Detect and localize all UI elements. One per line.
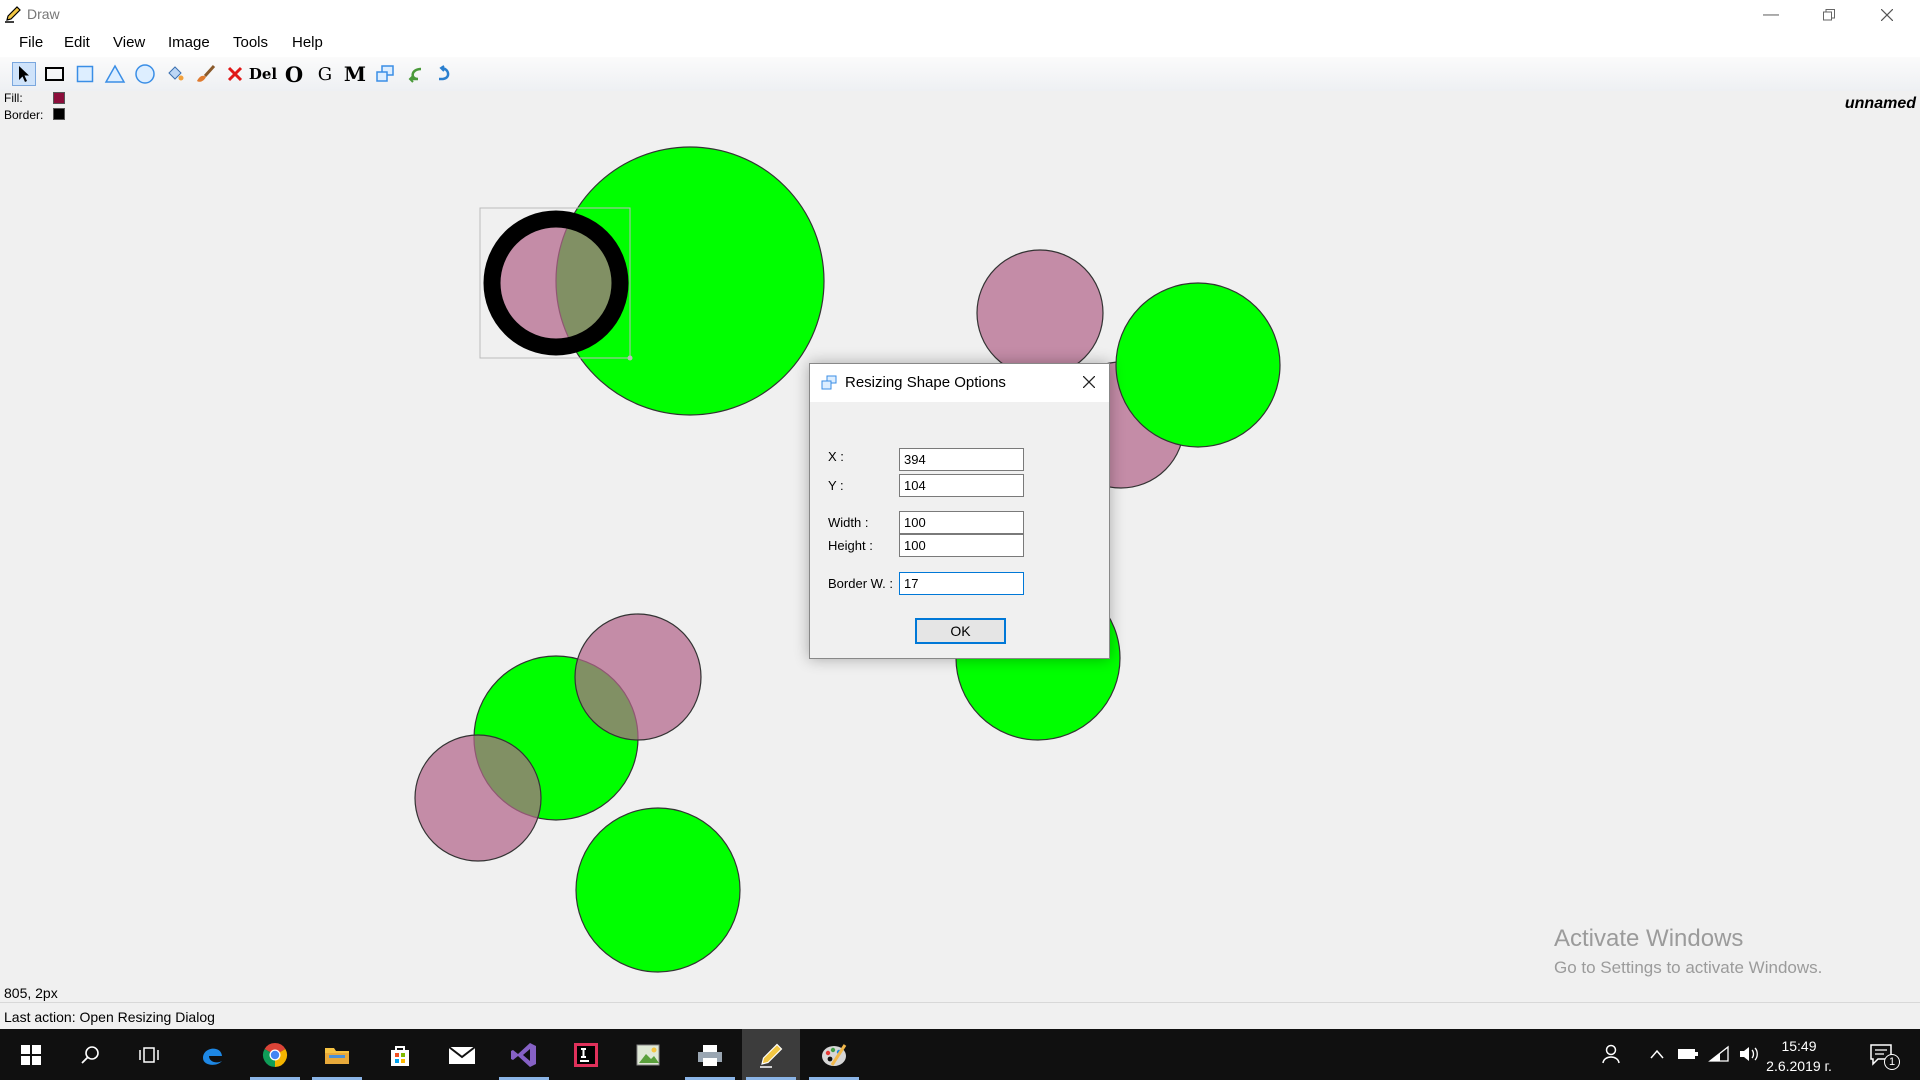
resize-icon xyxy=(821,375,837,390)
status-divider xyxy=(0,1002,1920,1003)
picture-icon xyxy=(636,1044,660,1065)
activate-windows-subtitle: Go to Settings to activate Windows. xyxy=(1554,958,1823,977)
visual-studio-taskbar-button[interactable] xyxy=(495,1029,553,1080)
height-label: Height : xyxy=(828,538,873,553)
edge-taskbar-button[interactable] xyxy=(183,1029,241,1080)
task-view-button[interactable] xyxy=(120,1029,178,1080)
cursor-coordinates: 805, 2px xyxy=(4,985,58,1001)
paint-taskbar-button[interactable] xyxy=(805,1029,863,1080)
battery-button[interactable] xyxy=(1676,1042,1700,1066)
clock-time: 15:49 xyxy=(1781,1038,1817,1054)
store-bag-icon xyxy=(391,1045,409,1066)
chrome-taskbar-button[interactable] xyxy=(246,1029,304,1080)
paint-palette-icon xyxy=(822,1043,847,1066)
width-input[interactable] xyxy=(899,511,1024,534)
width-label: Width : xyxy=(828,515,869,530)
battery-icon xyxy=(1678,1049,1698,1059)
network-button[interactable] xyxy=(1707,1042,1731,1066)
printer-icon xyxy=(698,1044,722,1066)
notifications-button[interactable]: 1 xyxy=(1868,1041,1900,1070)
mail-taskbar-button[interactable] xyxy=(433,1029,491,1080)
search-button[interactable] xyxy=(61,1029,119,1080)
selected-circle-shape[interactable] xyxy=(483,210,629,356)
close-icon xyxy=(1082,375,1096,389)
height-input[interactable] xyxy=(899,534,1024,557)
show-hidden-icons-button[interactable] xyxy=(1645,1042,1669,1066)
mauve-circle[interactable] xyxy=(976,249,1104,377)
y-input[interactable] xyxy=(899,474,1024,497)
folder-icon xyxy=(325,1047,349,1064)
image-viewer-taskbar-button[interactable] xyxy=(619,1029,677,1080)
mail-envelope-icon xyxy=(448,1045,476,1064)
chrome-icon xyxy=(262,1042,288,1067)
last-action-status: Last action: Open Resizing Dialog xyxy=(4,1009,215,1025)
windows-logo-icon xyxy=(21,1044,41,1065)
dialog-title-bar: Resizing Shape Options xyxy=(810,364,1109,402)
edge-icon xyxy=(203,1048,222,1065)
border-width-input[interactable] xyxy=(899,572,1024,595)
chevron-up-icon xyxy=(1650,1049,1664,1059)
resize-handle[interactable] xyxy=(627,355,633,361)
clock[interactable]: 15:49 2.6.2019 г. xyxy=(1754,1036,1844,1076)
resizing-dialog: Resizing Shape Options X : Y : Width : H… xyxy=(809,363,1110,659)
y-label: Y : xyxy=(828,478,844,493)
store-taskbar-button[interactable] xyxy=(371,1029,429,1080)
taskbar: 15:49 2.6.2019 г. 1 xyxy=(0,1029,1920,1080)
ok-button[interactable]: OK xyxy=(915,618,1006,644)
start-button[interactable] xyxy=(2,1029,60,1080)
green-circle[interactable] xyxy=(1115,282,1281,448)
task-view-icon xyxy=(139,1046,159,1063)
people-icon xyxy=(1602,1044,1620,1064)
dialog-close-button[interactable] xyxy=(1079,372,1099,392)
file-explorer-taskbar-button[interactable] xyxy=(308,1029,366,1080)
intellij-taskbar-button[interactable] xyxy=(557,1029,615,1080)
green-circle[interactable] xyxy=(575,807,741,973)
pencil-icon xyxy=(760,1043,783,1068)
visual-studio-icon xyxy=(511,1042,536,1067)
dialog-title: Resizing Shape Options xyxy=(845,374,1006,391)
people-button[interactable] xyxy=(1600,1042,1624,1066)
clock-date: 2.6.2019 г. xyxy=(1766,1058,1832,1074)
draw-taskbar-button[interactable] xyxy=(742,1029,800,1080)
notification-count-badge: 1 xyxy=(1884,1054,1900,1070)
mauve-circle[interactable] xyxy=(574,613,702,741)
search-icon xyxy=(81,1045,99,1064)
printer-taskbar-button[interactable] xyxy=(681,1029,739,1080)
x-label: X : xyxy=(828,449,844,464)
x-input[interactable] xyxy=(899,448,1024,471)
intellij-icon xyxy=(574,1042,598,1067)
activate-windows-title: Activate Windows xyxy=(1554,925,1744,952)
border-width-label: Border W. : xyxy=(828,576,894,591)
wifi-icon xyxy=(1708,1045,1729,1062)
mauve-circle[interactable] xyxy=(414,734,542,862)
